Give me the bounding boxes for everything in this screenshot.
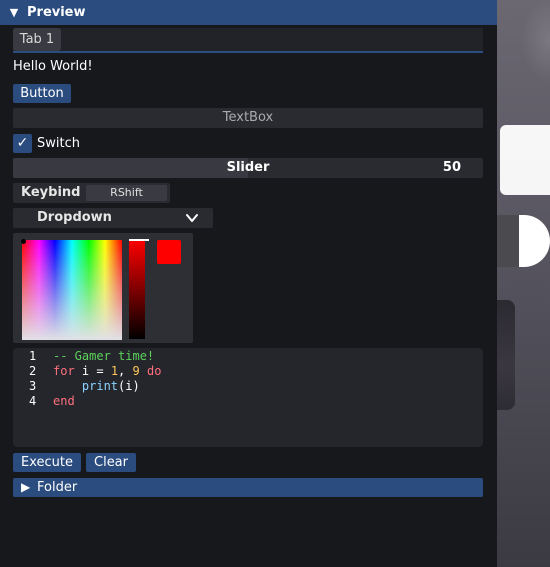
code-token: for <box>53 364 75 378</box>
folder-label: Folder <box>37 480 78 495</box>
code-text[interactable]: for i = 1, 9 do <box>53 364 161 379</box>
background-sign <box>500 125 550 195</box>
value-bar[interactable] <box>129 239 145 339</box>
line-number: 4 <box>29 394 37 408</box>
code-token: print <box>81 379 119 393</box>
code-token: do <box>146 364 162 378</box>
demo-button[interactable]: Button <box>13 84 71 103</box>
background-pill-dark <box>497 215 519 267</box>
clear-button[interactable]: Clear <box>86 453 136 472</box>
collapse-triangle-icon[interactable]: ▼ <box>8 0 20 25</box>
slider-value: 50 <box>442 160 461 175</box>
code-token: i = <box>74 364 111 378</box>
line-number: 2 <box>29 364 37 378</box>
expand-triangle-icon[interactable]: ▶ <box>21 478 30 497</box>
keybind-label: Keybind <box>21 185 81 200</box>
folder-header[interactable]: ▶ Folder <box>13 478 483 497</box>
tab-bar: Tab 1 <box>13 28 483 53</box>
background-pill <box>497 215 550 267</box>
code-token: 1 <box>110 364 119 378</box>
slider-label: Slider <box>226 160 270 175</box>
line-number: 3 <box>29 379 37 393</box>
textbox-input[interactable]: TextBox <box>13 108 483 128</box>
window-titlebar[interactable]: ▼ Preview <box>0 0 497 25</box>
background-figure <box>497 300 515 410</box>
code-text[interactable]: end <box>53 394 75 409</box>
code-token: -- Gamer time! <box>53 349 155 363</box>
keybind[interactable]: Keybind RShift <box>13 183 170 203</box>
preview-window: ▼ Preview Tab 1 Hello World! Button Text… <box>0 0 497 567</box>
checkmark-icon[interactable]: ✓ <box>13 134 32 153</box>
game-background <box>497 0 550 567</box>
code-text[interactable]: print(i) <box>53 379 140 394</box>
keybind-key-button[interactable]: RShift <box>86 185 167 201</box>
switch-label: Switch <box>37 136 80 151</box>
code-token: 9 <box>132 364 140 378</box>
saturation-value-cursor[interactable] <box>21 239 26 244</box>
saturation-value-square[interactable] <box>22 240 122 340</box>
code-editor[interactable]: 1 -- Gamer time! 2 for i = 1, 9 do 3 print(i… <box>13 348 483 447</box>
execute-button[interactable]: Execute <box>13 453 81 472</box>
code-text[interactable]: -- Gamer time! <box>53 349 154 364</box>
window-title: Preview <box>27 5 86 20</box>
hello-label: Hello World! <box>13 59 93 74</box>
code-token: (i) <box>118 379 140 393</box>
tab-1[interactable]: Tab 1 <box>13 28 61 51</box>
dropdown-label: Dropdown <box>37 210 112 225</box>
chevron-down-icon[interactable] <box>185 212 199 224</box>
code-token: end <box>53 394 75 408</box>
code-token: , <box>118 364 133 378</box>
dropdown[interactable]: Dropdown <box>13 208 213 228</box>
slider[interactable]: Slider 50 <box>13 158 483 178</box>
color-swatch <box>157 240 181 264</box>
color-picker <box>13 233 193 343</box>
line-number: 1 <box>29 349 37 363</box>
value-bar-cursor[interactable] <box>129 239 149 241</box>
switch-toggle[interactable]: ✓ Switch <box>13 134 80 153</box>
